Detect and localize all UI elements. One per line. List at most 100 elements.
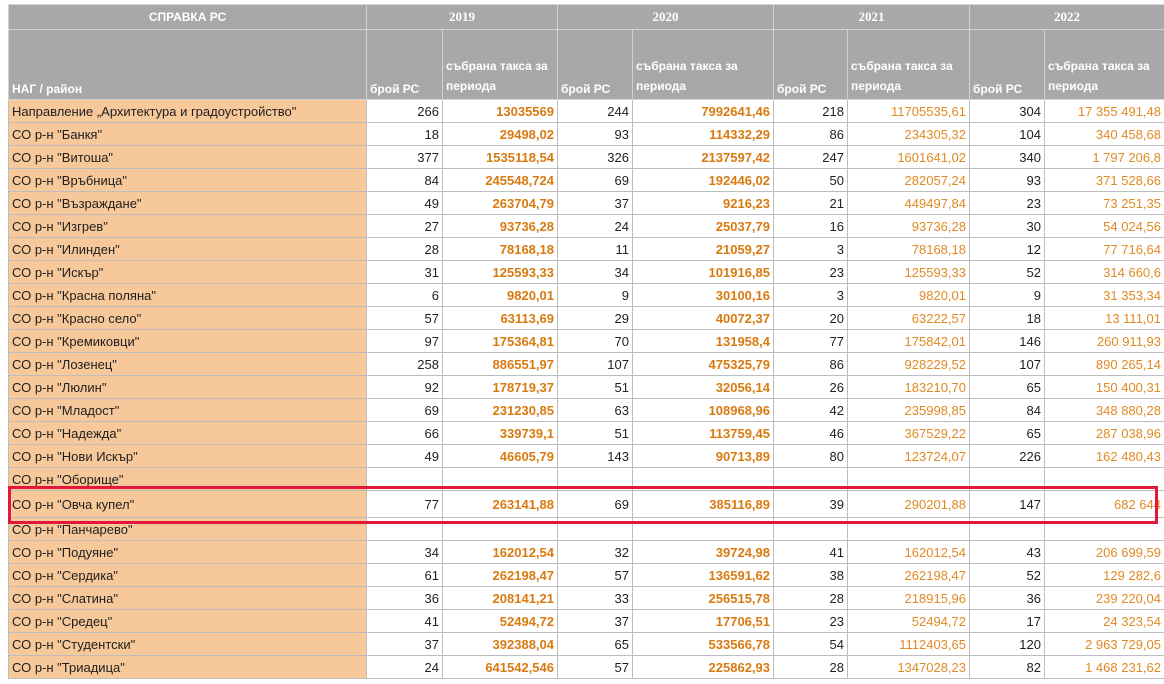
fee-cell: 1347028,23 [847,655,970,679]
fee-cell: 682 644 [1044,490,1164,518]
fee-cell: 54 024,56 [1044,214,1164,238]
fee-cell: 131958,4 [632,329,774,353]
fee-cell: 136591,62 [632,563,774,587]
report-title: СПРАВКА РС [8,4,367,30]
district-column-header: НАГ / район [8,29,367,100]
count-cell: 23 [773,260,848,284]
count-cell: 93 [557,122,633,146]
count-cell: 77 [366,490,443,518]
count-cell: 54 [773,632,848,656]
count-cell: 16 [773,214,848,238]
count-column-header: брой РС [366,29,443,100]
count-cell: 57 [557,655,633,679]
district-name-cell: СО р-н "Нови Искър" [8,444,367,468]
count-cell: 18 [969,306,1045,330]
table-row: СО р-н "Студентски" 37 392388,04 65 533566,7… [8,632,1164,656]
fee-cell: 886551,97 [442,352,558,376]
count-cell: 66 [366,421,443,445]
district-name-cell: СО р-н "Панчарево" [8,517,367,541]
fee-cell: 290201,88 [847,490,970,518]
count-cell: 304 [969,99,1045,123]
district-name-cell: СО р-н "Кремиковци" [8,329,367,353]
count-cell: 57 [557,563,633,587]
fee-cell [1044,517,1164,541]
district-name-cell: СО р-н "Младост" [8,398,367,422]
count-cell: 29 [557,306,633,330]
district-name-cell: СО р-н "Искър" [8,260,367,284]
count-cell: 86 [773,122,848,146]
count-cell: 340 [969,145,1045,169]
fee-cell [1044,467,1164,491]
count-cell: 42 [773,398,848,422]
fee-cell: 340 458,68 [1044,122,1164,146]
count-cell: 258 [366,352,443,376]
count-cell: 80 [773,444,848,468]
count-cell: 107 [557,352,633,376]
count-cell: 20 [773,306,848,330]
fee-cell: 2137597,42 [632,145,774,169]
count-cell: 266 [366,99,443,123]
count-cell: 3 [773,283,848,307]
header-row-years: СПРАВКА РС 2019 2020 2021 2022 [8,4,1164,30]
table-row: СО р-н "Младост" 69 231230,85 63 108968,96 42… [8,398,1164,422]
fee-cell: 108968,96 [632,398,774,422]
report-table: СПРАВКА РС 2019 2020 2021 2022 НАГ / рай… [8,4,1164,679]
fee-cell: 24 323,54 [1044,609,1164,633]
fee-cell: 101916,85 [632,260,774,284]
count-cell: 26 [773,375,848,399]
district-name-cell: СО р-н "Сердика" [8,563,367,587]
district-name-cell: СО р-н "Слатина" [8,586,367,610]
spreadsheet: СПРАВКА РС 2019 2020 2021 2022 НАГ / рай… [8,4,1164,684]
fee-cell: 162 480,43 [1044,444,1164,468]
fee-cell: 392388,04 [442,632,558,656]
count-column-header: брой РС [557,29,633,100]
count-cell: 77 [773,329,848,353]
year-header-2022: 2022 [969,4,1164,30]
table-row: СО р-н "Триадица" 24 641542,546 57 225862,93… [8,655,1164,679]
count-cell [557,467,633,491]
fee-cell: 218915,96 [847,586,970,610]
count-cell: 104 [969,122,1045,146]
table-row: СО р-н "Витоша" 377 1535118,54 326 2137597,4… [8,145,1164,169]
count-cell: 51 [557,375,633,399]
fee-cell: 162012,54 [847,540,970,564]
count-cell: 93 [969,168,1045,192]
count-cell: 51 [557,421,633,445]
count-cell [366,467,443,491]
table-row: СО р-н "Банкя" 18 29498,02 93 114332,29 86 234… [8,122,1164,146]
count-cell: 247 [773,145,848,169]
table-row: СО р-н "Слатина" 36 208141,21 33 256515,78 28… [8,586,1164,610]
fee-cell: 235998,85 [847,398,970,422]
count-cell: 69 [366,398,443,422]
count-cell: 28 [773,586,848,610]
count-cell: 28 [366,237,443,261]
count-cell: 37 [366,632,443,656]
count-cell: 9 [557,283,633,307]
fee-cell: 40072,37 [632,306,774,330]
fee-cell: 52494,72 [847,609,970,633]
fee-cell [847,517,970,541]
fee-cell: 21059,27 [632,237,774,261]
count-cell [969,517,1045,541]
count-cell: 18 [366,122,443,146]
fee-cell: 125593,33 [442,260,558,284]
count-cell: 146 [969,329,1045,353]
count-cell: 23 [969,191,1045,215]
district-name-cell: СО р-н "Витоша" [8,145,367,169]
fee-cell: 52494,72 [442,609,558,633]
fee-cell: 314 660,6 [1044,260,1164,284]
fee-cell: 90713,89 [632,444,774,468]
count-cell: 326 [557,145,633,169]
fee-cell: 77 716,64 [1044,237,1164,261]
fee-cell: 175364,81 [442,329,558,353]
fee-cell: 339739,1 [442,421,558,445]
count-cell: 50 [773,168,848,192]
fee-cell: 262198,47 [442,563,558,587]
count-cell: 97 [366,329,443,353]
count-cell: 70 [557,329,633,353]
count-cell: 32 [557,540,633,564]
district-name-cell: СО р-н "Илинден" [8,237,367,261]
fee-cell: 367529,22 [847,421,970,445]
table-row: СО р-н "Сердика" 61 262198,47 57 136591,62 38… [8,563,1164,587]
count-cell: 38 [773,563,848,587]
